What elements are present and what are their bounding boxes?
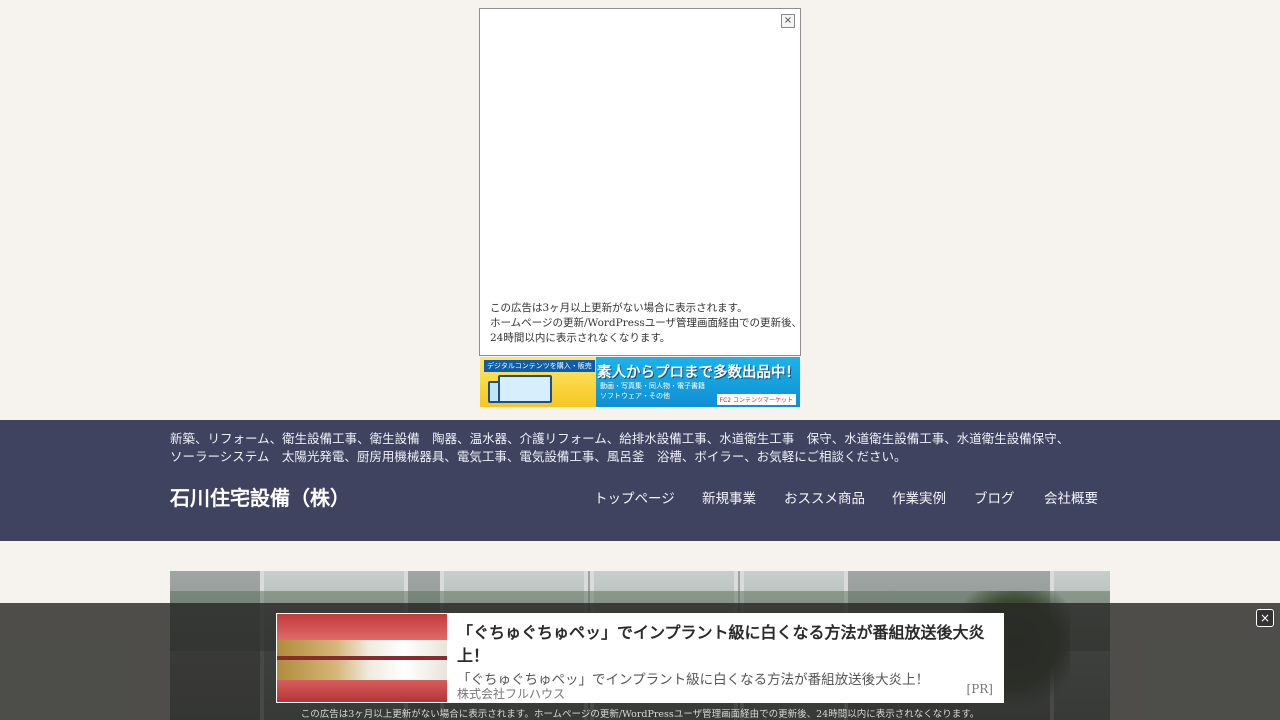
tagline-line: 新築、リフォーム、衛生設備工事、衛生設備 陶器、温水器、介護リフォーム、給排水設… <box>170 431 1070 446</box>
nav-item-new-business[interactable]: 新規事業 <box>702 487 756 507</box>
banner-brand: FC2 コンテンツマーケット <box>716 394 796 405</box>
site-tagline: 新築、リフォーム、衛生設備工事、衛生設備 陶器、温水器、介護リフォーム、給排水設… <box>170 430 1070 466</box>
banner-subtitle: 動画・写真集・同人物・電子書籍 ソフトウェア・その他 <box>600 381 705 401</box>
bottom-ad-title: 「ぐちゅぐちゅペッ」でインプラント級に白くなる方法が番組放送後大炎上！ <box>457 623 985 665</box>
teeth-thumbnail <box>277 614 447 702</box>
banner-tag: デジタルコンテンツを購入・販売 <box>484 360 595 372</box>
bottom-ad-overlay: × 「ぐちゅぐちゅペッ」でインプラント級に白くなる方法が番組放送後大炎上！ 「ぐ… <box>0 603 1280 720</box>
banner-title: 素人からプロまで多数出品中！ <box>597 365 800 381</box>
thumbnail-gum-top <box>277 614 447 640</box>
thumbnail-teeth-gap <box>277 656 447 660</box>
nav-item-blog[interactable]: ブログ <box>974 487 1015 507</box>
site-title-link[interactable]: 石川住宅設備（株） <box>170 482 350 511</box>
ad-close-icon[interactable]: × <box>781 14 795 28</box>
banner-illustration: デジタルコンテンツを購入・販売 <box>480 357 596 407</box>
top-ad-box: × この広告は3ヶ月以上更新がない場合に表示されます。 ホームページの更新/Wo… <box>479 8 803 356</box>
laptop-icon <box>498 375 552 403</box>
nav-item-recommended[interactable]: おススメ商品 <box>784 487 865 507</box>
bottom-ad-card[interactable]: 「ぐちゅぐちゅペッ」でインプラント級に白くなる方法が番組放送後大炎上！ 「ぐちゅ… <box>276 613 1004 703</box>
close-icon[interactable]: × <box>1256 609 1274 627</box>
nav-item-top[interactable]: トップページ <box>594 487 675 507</box>
pr-label: [PR] <box>966 682 993 696</box>
ad-notice-line: この広告は3ヶ月以上更新がない場合に表示されます。 <box>490 302 748 314</box>
banner-subtitle-line: ソフトウェア・その他 <box>600 392 670 400</box>
bottom-ad-notice: この広告は3ヶ月以上更新がない場合に表示されます。ホームページの更新/WordP… <box>300 709 980 720</box>
nav-item-work-examples[interactable]: 作業実例 <box>892 487 946 507</box>
ad-notice: この広告は3ヶ月以上更新がない場合に表示されます。 ホームページの更新/Word… <box>490 301 803 346</box>
bottom-ad-company: 株式会社フルハウス <box>457 687 566 701</box>
ad-notice-line: 24時間以内に表示されなくなります。 <box>490 332 671 344</box>
tagline-line: ソーラーシステム 太陽光発電、厨房用機械器具、電気工事、電気設備工事、風呂釜 浴… <box>170 449 907 464</box>
thumbnail-gum-bottom <box>277 680 447 702</box>
nav-item-company[interactable]: 会社概要 <box>1044 487 1098 507</box>
ad-notice-line: ホームページの更新/WordPressユーザ管理画面経由での更新後、 <box>490 317 803 329</box>
site-header: 新築、リフォーム、衛生設備工事、衛生設備 陶器、温水器、介護リフォーム、給排水設… <box>0 420 1280 541</box>
fc2-contents-banner[interactable]: デジタルコンテンツを購入・販売 素人からプロまで多数出品中！ 動画・写真集・同人… <box>480 357 800 407</box>
banner-subtitle-line: 動画・写真集・同人物・電子書籍 <box>600 382 705 390</box>
